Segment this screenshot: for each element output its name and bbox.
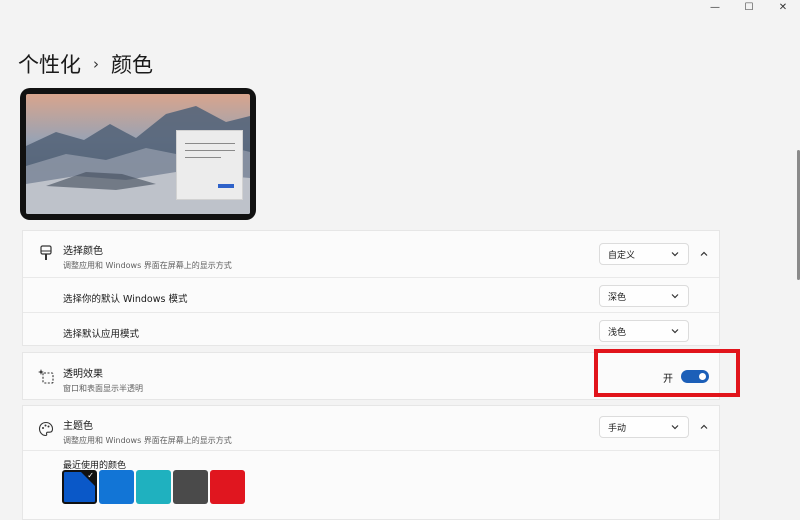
- app-mode-dropdown[interactable]: 浅色: [599, 320, 689, 342]
- chevron-down-icon: [671, 252, 679, 257]
- chevron-up-icon: [700, 424, 708, 429]
- close-button[interactable]: ✕: [766, 0, 800, 14]
- theme-preview: [20, 88, 256, 220]
- transparency-title: 透明效果: [63, 369, 103, 380]
- app-mode-label: 选择默认应用模式: [63, 329, 140, 340]
- accent-mode-value: 手动: [608, 423, 627, 434]
- accent-color-subtitle: 调整应用和 Windows 界面在屏幕上的显示方式: [63, 436, 232, 445]
- recent-color-swatch[interactable]: ✓: [62, 470, 97, 504]
- select-color-subtitle: 调整应用和 Windows 界面在屏幕上的显示方式: [63, 261, 232, 270]
- recent-color-swatch[interactable]: [136, 470, 171, 504]
- highlight-box: [594, 349, 740, 397]
- page-title: 颜色: [111, 53, 153, 77]
- accent-color-title: 主题色: [63, 421, 93, 432]
- recent-color-swatch[interactable]: [99, 470, 134, 504]
- windows-mode-dropdown[interactable]: 深色: [599, 285, 689, 307]
- windows-mode-label: 选择你的默认 Windows 模式: [63, 294, 188, 305]
- window-controls: — ☐ ✕: [698, 0, 800, 14]
- maximize-button[interactable]: ☐: [732, 0, 766, 14]
- paintbrush-icon: [37, 244, 55, 262]
- minimize-button[interactable]: —: [698, 0, 732, 14]
- palette-icon: [37, 420, 55, 438]
- accent-mode-dropdown[interactable]: 手动: [599, 416, 689, 438]
- breadcrumb: 个性化 › 颜色: [18, 49, 153, 79]
- recent-color-swatch[interactable]: [210, 470, 245, 504]
- preview-window: [176, 130, 243, 200]
- breadcrumb-parent[interactable]: 个性化: [18, 49, 81, 79]
- chevron-down-icon: [671, 329, 679, 334]
- recent-color-swatch[interactable]: [173, 470, 208, 504]
- chevron-down-icon: [671, 294, 679, 299]
- sparkle-icon: [37, 367, 55, 385]
- windows-mode-value: 深色: [608, 292, 627, 303]
- app-mode-value: 浅色: [608, 327, 627, 338]
- transparency-subtitle: 窗口和表面显示半透明: [63, 384, 143, 393]
- select-color-title: 选择颜色: [63, 246, 103, 257]
- wallpaper-image: [26, 94, 250, 214]
- chevron-up-icon: [700, 251, 708, 256]
- checkmark-icon: ✓: [87, 471, 94, 480]
- color-mode-dropdown[interactable]: 自定义: [599, 243, 689, 265]
- breadcrumb-separator: ›: [93, 55, 99, 73]
- chevron-down-icon: [671, 425, 679, 430]
- collapse-select-color-button[interactable]: [694, 244, 714, 264]
- color-mode-value: 自定义: [608, 250, 636, 261]
- collapse-accent-button[interactable]: [694, 417, 714, 437]
- select-color-card: 选择颜色 调整应用和 Windows 界面在屏幕上的显示方式 自定义 选择你的默…: [22, 230, 720, 346]
